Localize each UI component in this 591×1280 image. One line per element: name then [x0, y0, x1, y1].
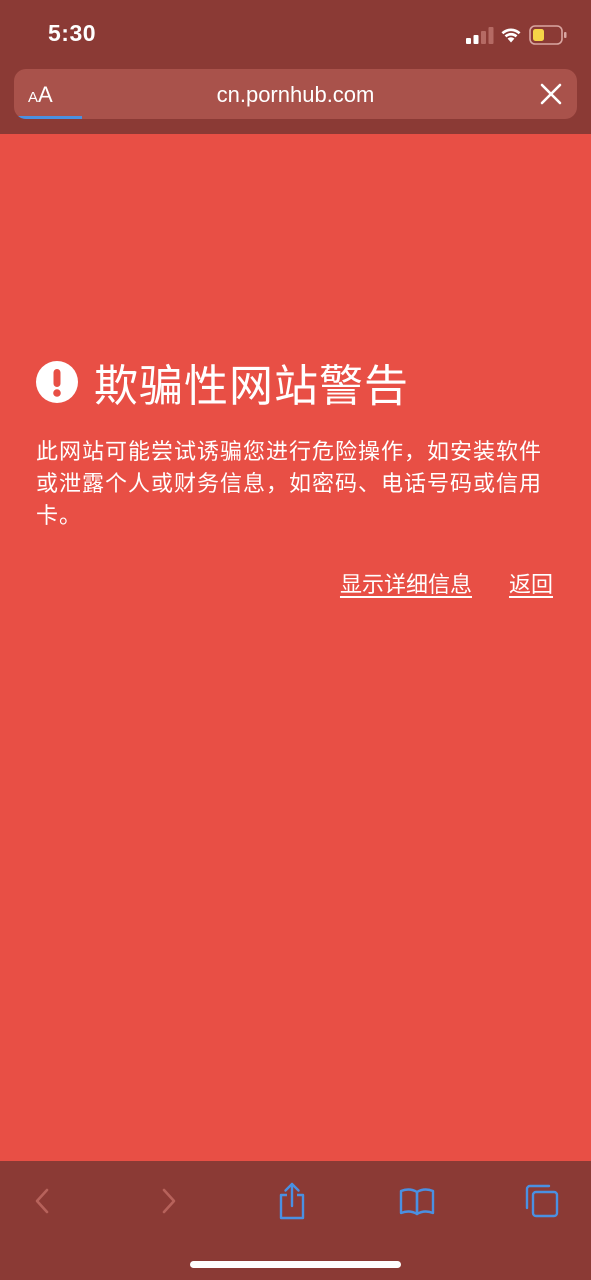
warning-header: 欺骗性网站警告: [36, 352, 409, 412]
forward-button[interactable]: [146, 1179, 190, 1223]
tabs-icon: [525, 1184, 559, 1218]
address-bar-area: cn.pornhub.com AA: [0, 68, 591, 134]
go-back-link[interactable]: 返回: [509, 573, 553, 598]
address-field[interactable]: cn.pornhub.com AA: [14, 69, 577, 119]
show-details-link[interactable]: 显示详细信息: [340, 573, 472, 598]
status-time: 5:30: [48, 20, 97, 46]
back-button[interactable]: [21, 1179, 65, 1223]
page-load-progress-fill: [14, 116, 82, 119]
text-size-button[interactable]: AA: [28, 69, 53, 119]
cellular-signal-icon: [466, 27, 494, 44]
back-icon: [35, 1188, 49, 1214]
url-text[interactable]: cn.pornhub.com: [14, 69, 577, 119]
home-indicator[interactable]: [190, 1261, 401, 1268]
bookmarks-button[interactable]: [395, 1179, 439, 1223]
warning-actions: 显示详细信息 返回: [340, 567, 553, 599]
page-load-progress: [14, 116, 577, 119]
status-bar: 5:30: [0, 0, 591, 68]
exclamation-circle-icon: [36, 361, 78, 403]
bookmarks-icon: [399, 1188, 435, 1216]
warning-title: 欺骗性网站警告: [94, 361, 409, 412]
forward-icon: [162, 1188, 176, 1214]
battery-icon: [529, 25, 567, 45]
bottom-toolbar: [0, 1161, 591, 1280]
warning-message: 此网站可能尝试诱骗您进行危险操作，如安装软件或泄露个人或财务信息，如密码、电话号…: [36, 440, 543, 529]
wifi-icon: [501, 28, 521, 43]
tabs-button[interactable]: [520, 1179, 564, 1223]
share-icon: [279, 1182, 305, 1220]
text-size-large-label: A: [38, 82, 53, 107]
close-icon[interactable]: [535, 78, 567, 110]
text-size-small-label: A: [28, 89, 39, 106]
share-button[interactable]: [270, 1179, 314, 1223]
